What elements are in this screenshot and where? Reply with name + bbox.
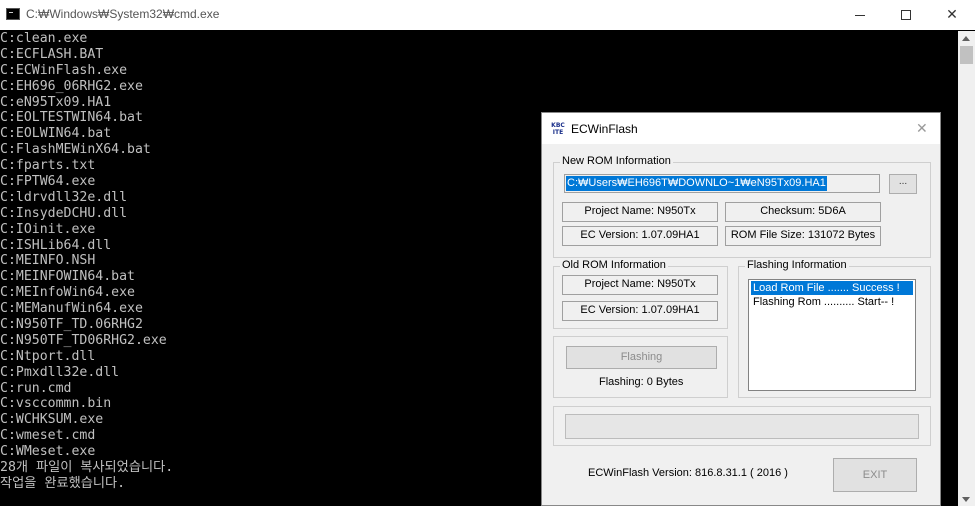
- close-icon: ✕: [946, 7, 958, 23]
- flashing-log-listbox[interactable]: Load Rom File ....... Success ! Flashing…: [748, 279, 916, 391]
- scrollbar-thumb[interactable]: [960, 46, 973, 64]
- cmd-app-icon: [6, 8, 20, 20]
- ecwinflash-dialog: KBC ITE ECWinFlash ✕ New ROM Information…: [541, 112, 941, 506]
- dialog-title: ECWinFlash: [571, 122, 638, 136]
- flash-status-text: Flashing: 0 Bytes: [599, 376, 684, 388]
- scroll-down-arrow-icon[interactable]: [962, 497, 970, 502]
- rom-path-input[interactable]: C:₩Users₩EH696T₩DOWNLO~1₩eN95Tx09.HA1: [564, 174, 880, 193]
- flashing-info-group-label: Flashing Information: [745, 259, 849, 271]
- old-ec-version-field: EC Version: 1.07.09HA1: [562, 301, 718, 321]
- cmd-output-line: C:eN95Tx09.HA1: [0, 94, 112, 110]
- cmd-output-line: C:ECFLASH.BAT: [0, 46, 104, 62]
- list-item[interactable]: Load Rom File ....... Success !: [751, 281, 913, 295]
- old-rom-group-label: Old ROM Information: [560, 259, 668, 271]
- cmd-output-line: C:EH696_06RHG2.exe: [0, 78, 143, 94]
- rom-file-size-field: ROM File Size: 131072 Bytes: [725, 226, 881, 246]
- maximize-button[interactable]: [883, 0, 929, 30]
- browse-button[interactable]: ...: [889, 174, 917, 194]
- version-text: ECWinFlash Version: 816.8.31.1 ( 2016 ): [588, 467, 788, 479]
- cmd-titlebar[interactable]: C:₩Windows₩System32₩cmd.exe ✕: [0, 0, 975, 30]
- minimize-button[interactable]: [837, 0, 883, 30]
- kbc-ite-icon: KBC ITE: [551, 122, 565, 136]
- list-item[interactable]: Flashing Rom .......... Start-- !: [751, 295, 913, 309]
- cmd-scrollbar[interactable]: [958, 31, 975, 506]
- dialog-titlebar[interactable]: KBC ITE ECWinFlash ✕: [542, 113, 940, 144]
- cmd-output-line: C:clean.exe: [0, 31, 88, 46]
- new-ec-version-field: EC Version: 1.07.09HA1: [562, 226, 718, 246]
- checksum-field: Checksum: 5D6A: [725, 202, 881, 222]
- new-rom-group-label: New ROM Information: [560, 155, 673, 167]
- exit-button[interactable]: EXIT: [833, 458, 917, 492]
- cmd-window-title: C:₩Windows₩System32₩cmd.exe: [26, 7, 220, 21]
- cmd-output-line: C:ECWinFlash.exe: [0, 62, 128, 78]
- flashing-button[interactable]: Flashing: [566, 346, 717, 369]
- close-button[interactable]: ✕: [929, 0, 975, 30]
- dialog-close-icon[interactable]: ✕: [916, 120, 928, 137]
- maximize-icon: [901, 10, 911, 20]
- old-project-name-field: Project Name: N950Tx: [562, 275, 718, 295]
- rom-path-text: C:₩Users₩EH696T₩DOWNLO~1₩eN95Tx09.HA1: [566, 176, 827, 191]
- scroll-up-arrow-icon[interactable]: [962, 36, 970, 41]
- new-project-name-field: Project Name: N950Tx: [562, 202, 718, 222]
- flash-progress-bar: [565, 414, 919, 439]
- minimize-icon: [855, 14, 865, 16]
